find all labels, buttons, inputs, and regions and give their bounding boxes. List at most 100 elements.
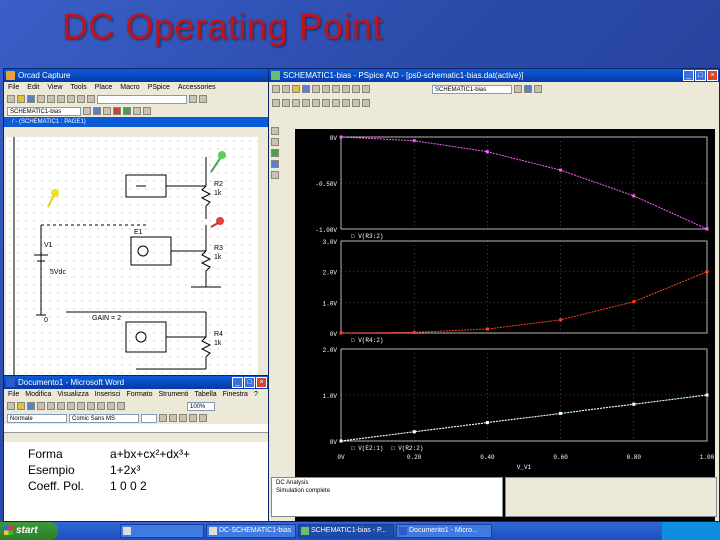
save-icon[interactable] — [27, 95, 35, 103]
side-tool-4-icon[interactable] — [271, 160, 279, 168]
task-item-2[interactable]: SCHEMATIC1-bias - P... — [298, 524, 394, 538]
mark-label-icon[interactable] — [352, 99, 360, 107]
paste-icon[interactable] — [67, 95, 75, 103]
side-tool-5-icon[interactable] — [271, 171, 279, 179]
menu-view[interactable]: View — [47, 82, 62, 93]
menu-pspice[interactable]: PSpice — [148, 82, 170, 93]
probe-redo-icon[interactable] — [362, 85, 370, 93]
underline-icon[interactable] — [179, 414, 187, 422]
probe-copy-icon[interactable] — [332, 85, 340, 93]
word-menu-help[interactable]: ? — [254, 389, 258, 400]
zoom-area-icon[interactable] — [282, 99, 290, 107]
zoom-in-probe-icon[interactable] — [292, 99, 300, 107]
schematic-canvas[interactable]: R2 1k R3 1k R4 1k V1 5Vdc E1 0 GAIN = 2 — [6, 137, 258, 375]
align-left-icon[interactable] — [189, 414, 197, 422]
menu-file[interactable]: File — [8, 82, 19, 93]
schematic-select[interactable]: SCHEMATIC1-bias — [7, 106, 81, 116]
bold-icon[interactable] — [159, 414, 167, 422]
menu-tools[interactable]: Tools — [70, 82, 86, 93]
word-undo-icon[interactable] — [97, 402, 105, 410]
style-select[interactable]: Normale — [7, 413, 67, 423]
close-icon[interactable]: × — [256, 377, 267, 388]
word-ruler[interactable] — [4, 424, 268, 433]
copy-icon[interactable] — [57, 95, 65, 103]
word-preview-icon[interactable] — [47, 402, 55, 410]
sim-settings-icon[interactable] — [83, 107, 91, 115]
probe-profile-select[interactable]: SCHEMATIC1-bias — [432, 84, 512, 94]
probe-minimize-icon[interactable]: _ — [683, 70, 694, 81]
word-open-icon[interactable] — [17, 402, 25, 410]
run-icon[interactable] — [93, 107, 101, 115]
menu-place[interactable]: Place — [95, 82, 113, 93]
add-trace-icon[interactable] — [332, 99, 340, 107]
text-label-icon[interactable] — [362, 99, 370, 107]
word-menu-inserisci[interactable]: Inserisci — [95, 389, 121, 400]
align-center-icon[interactable] — [199, 414, 207, 422]
probe-sim-icon[interactable] — [514, 85, 522, 93]
word-menu-formato[interactable]: Formato — [126, 389, 152, 400]
word-titlebar[interactable]: Documento1 - Microsoft Word _ □ × — [4, 376, 268, 389]
probe-undo-icon[interactable] — [352, 85, 360, 93]
probe-menu-icon[interactable] — [272, 85, 280, 93]
zoom-out-icon[interactable] — [199, 95, 207, 103]
word-copy-icon[interactable] — [77, 402, 85, 410]
word-menu-strumenti[interactable]: Strumenti — [159, 389, 189, 400]
probe-run-icon[interactable] — [524, 85, 532, 93]
probe-pause-icon[interactable] — [534, 85, 542, 93]
probe-icon[interactable] — [103, 107, 111, 115]
print-icon[interactable] — [37, 95, 45, 103]
word-menu-modifica[interactable]: Modifica — [25, 389, 51, 400]
word-document[interactable]: Forma a+bx+cx²+dx³+ Esempio 1+2x³ Coeff.… — [4, 442, 268, 521]
side-tool-1-icon[interactable] — [271, 127, 279, 135]
word-print-icon[interactable] — [37, 402, 45, 410]
part-select[interactable] — [97, 94, 187, 104]
current-marker-icon[interactable] — [123, 107, 131, 115]
menu-accessories[interactable]: Accessories — [178, 82, 216, 93]
menu-macro[interactable]: Macro — [120, 82, 139, 93]
cut-icon[interactable] — [47, 95, 55, 103]
word-save-icon[interactable] — [27, 402, 35, 410]
zoom-out-probe-icon[interactable] — [302, 99, 310, 107]
probe-new-icon[interactable] — [282, 85, 290, 93]
probe-cut-icon[interactable] — [322, 85, 330, 93]
probe-open-icon[interactable] — [292, 85, 300, 93]
task-item-3[interactable]: Documento1 - Micro... — [396, 524, 492, 538]
side-tool-2-icon[interactable] — [271, 138, 279, 146]
side-tool-3-icon[interactable] — [271, 149, 279, 157]
capture-titlebar[interactable]: Orcad Capture — [4, 69, 268, 82]
redo-icon[interactable] — [87, 95, 95, 103]
probe-save-icon[interactable] — [302, 85, 310, 93]
bias-i-icon[interactable] — [143, 107, 151, 115]
probe-maximize-icon[interactable]: □ — [695, 70, 706, 81]
task-item-1[interactable]: DC-SCHEMATIC1-bias — [206, 524, 296, 538]
new-icon[interactable] — [7, 95, 15, 103]
word-redo-icon[interactable] — [107, 402, 115, 410]
undo-icon[interactable] — [77, 95, 85, 103]
probe-print-icon[interactable] — [312, 85, 320, 93]
task-item-0[interactable] — [120, 524, 204, 538]
probe-plot-area[interactable]: 0V -0.50V -1.00V □ V(R3:2) 0V 1.0V 2.0V 3.0V □ V… — [295, 129, 715, 521]
word-menu-visualizza[interactable]: Visualizza — [57, 389, 88, 400]
voltage-marker-icon[interactable] — [113, 107, 121, 115]
word-spell-icon[interactable] — [57, 402, 65, 410]
word-table-icon[interactable] — [117, 402, 125, 410]
probe-titlebar[interactable]: SCHEMATIC1-bias - PSpice A/D - [ps0-sche… — [269, 69, 719, 82]
size-select[interactable] — [141, 413, 157, 423]
bias-v-icon[interactable] — [133, 107, 141, 115]
cursor-icon[interactable] — [342, 99, 350, 107]
font-select[interactable]: Comic Sans MS — [69, 413, 139, 423]
probe-close-icon[interactable]: × — [707, 70, 718, 81]
word-menu-tabella[interactable]: Tabella — [194, 389, 216, 400]
italic-icon[interactable] — [169, 414, 177, 422]
word-menu-finestra[interactable]: Finestra — [223, 389, 248, 400]
minimize-icon[interactable]: _ — [232, 377, 243, 388]
menu-edit[interactable]: Edit — [27, 82, 39, 93]
word-menu-file[interactable]: File — [8, 389, 19, 400]
open-icon[interactable] — [17, 95, 25, 103]
start-button[interactable]: start — [0, 522, 58, 540]
probe-paste-icon[interactable] — [342, 85, 350, 93]
word-cut-icon[interactable] — [67, 402, 75, 410]
word-new-icon[interactable] — [7, 402, 15, 410]
zoom-fit-icon[interactable] — [272, 99, 280, 107]
zoom-in-icon[interactable] — [189, 95, 197, 103]
